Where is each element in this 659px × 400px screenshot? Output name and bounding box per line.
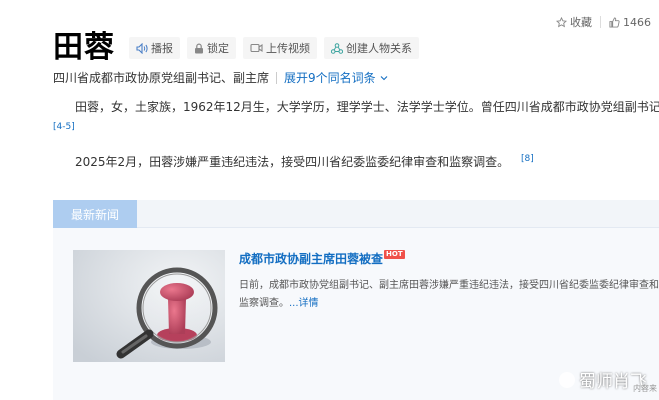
news-details-link[interactable]: ...详情	[289, 298, 319, 309]
broadcast-button[interactable]: 播报	[129, 37, 180, 59]
top-actions: 收藏 1466	[556, 14, 659, 30]
like-count: 1466	[623, 15, 651, 29]
hot-badge: HOT	[384, 250, 405, 259]
summary-text: 2025年2月，田蓉涉嫌严重违纪违法，接受四川省纪委监委纪律审查和监察调查。	[75, 155, 510, 169]
thumbs-up-icon	[609, 16, 620, 28]
upload-video-label: 上传视频	[266, 42, 310, 55]
magnifier-pushpin-image	[73, 250, 225, 362]
video-icon	[250, 43, 263, 53]
favorite-button[interactable]: 收藏	[556, 14, 592, 30]
reference-link[interactable]: [4-5]	[53, 122, 75, 132]
title-row: 田蓉 播报 锁定 上传视频 创建人物关系	[53, 30, 426, 66]
news-thumbnail[interactable]	[73, 250, 225, 362]
news-header: 最新新闻	[53, 200, 659, 228]
star-icon	[556, 16, 567, 27]
speaker-icon	[136, 42, 148, 54]
divider	[276, 72, 278, 84]
news-headline-link[interactable]: 成都市政协副主席田蓉被查 HOT	[239, 250, 405, 267]
create-relationship-label: 创建人物关系	[346, 42, 412, 55]
news-excerpt: 日前，成都市政协党组副书记、副主席田蓉涉嫌严重违纪违法，接受四川省纪委监委纪律审…	[239, 277, 659, 313]
news-source: 内容来	[633, 384, 657, 393]
relationship-icon	[331, 42, 343, 54]
lock-button[interactable]: 锁定	[187, 37, 236, 59]
reference-link[interactable]: [8]	[521, 154, 534, 164]
like-button[interactable]: 1466	[609, 16, 651, 29]
page-title: 田蓉	[53, 30, 115, 65]
expand-homonyms-label: 展开9个同名词条	[284, 71, 376, 85]
broadcast-label: 播报	[151, 42, 173, 55]
divider	[600, 16, 601, 28]
lock-label: 锁定	[207, 42, 229, 55]
chevron-down-icon	[380, 76, 388, 81]
news-headline: 成都市政协副主席田蓉被查	[239, 252, 384, 266]
subtitle-description: 四川省成都市政协原党组副书记、副主席	[53, 71, 270, 85]
create-relationship-button[interactable]: 创建人物关系	[324, 37, 419, 59]
watermark-logo-icon	[559, 371, 575, 388]
news-card: 成都市政协副主席田蓉被查 HOT 日前，成都市政协党组副书记、副主席田蓉涉嫌严重违…	[53, 228, 659, 400]
subtitle-row: 四川省成都市政协原党组副书记、副主席 展开9个同名词条	[53, 70, 388, 86]
tab-latest-news[interactable]: 最新新闻	[53, 200, 137, 228]
summary-paragraph-2: 2025年2月，田蓉涉嫌严重违纪违法，接受四川省纪委监委纪律审查和监察调查。 […	[75, 150, 534, 171]
summary-paragraph: 田蓉，女，土家族，1962年12月生，大学学历，理学学士、法学学士学位。曾任四川…	[75, 100, 659, 114]
favorite-label: 收藏	[570, 16, 592, 29]
expand-homonyms-link[interactable]: 展开9个同名词条	[284, 70, 388, 86]
lock-icon	[195, 43, 203, 53]
upload-video-button[interactable]: 上传视频	[243, 37, 317, 59]
